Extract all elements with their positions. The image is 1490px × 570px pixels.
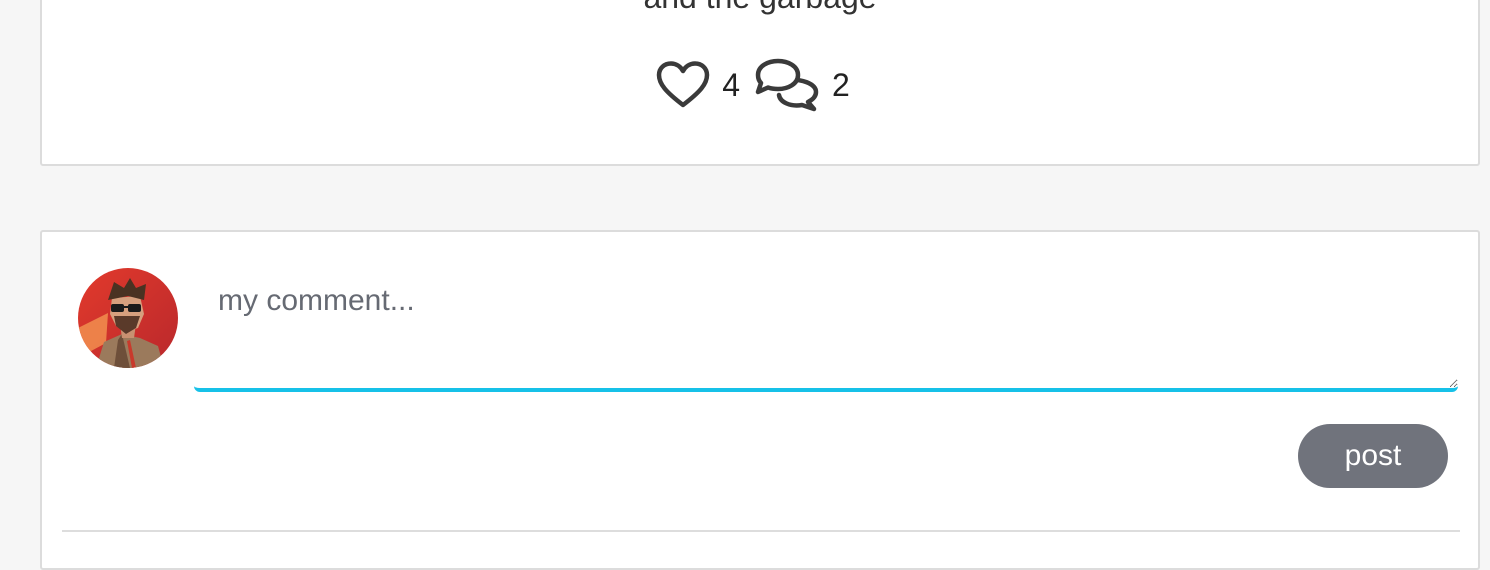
speech-bubbles-icon	[754, 58, 820, 112]
comments-count: 2	[832, 67, 850, 103]
post-button[interactable]: post	[1298, 424, 1448, 488]
avatar	[78, 268, 178, 368]
like-button[interactable]: 4	[656, 61, 754, 109]
post-text: and the garbage	[42, 0, 1478, 14]
comments-button[interactable]: 2	[754, 58, 864, 112]
post-card: and the garbage 4 2	[40, 0, 1480, 166]
comment-input[interactable]	[194, 270, 1458, 392]
heart-outline-icon	[656, 61, 710, 109]
comment-composer: post	[40, 230, 1480, 570]
post-stats: 4 2	[42, 58, 1478, 112]
likes-count: 4	[722, 67, 740, 103]
divider	[62, 530, 1460, 532]
